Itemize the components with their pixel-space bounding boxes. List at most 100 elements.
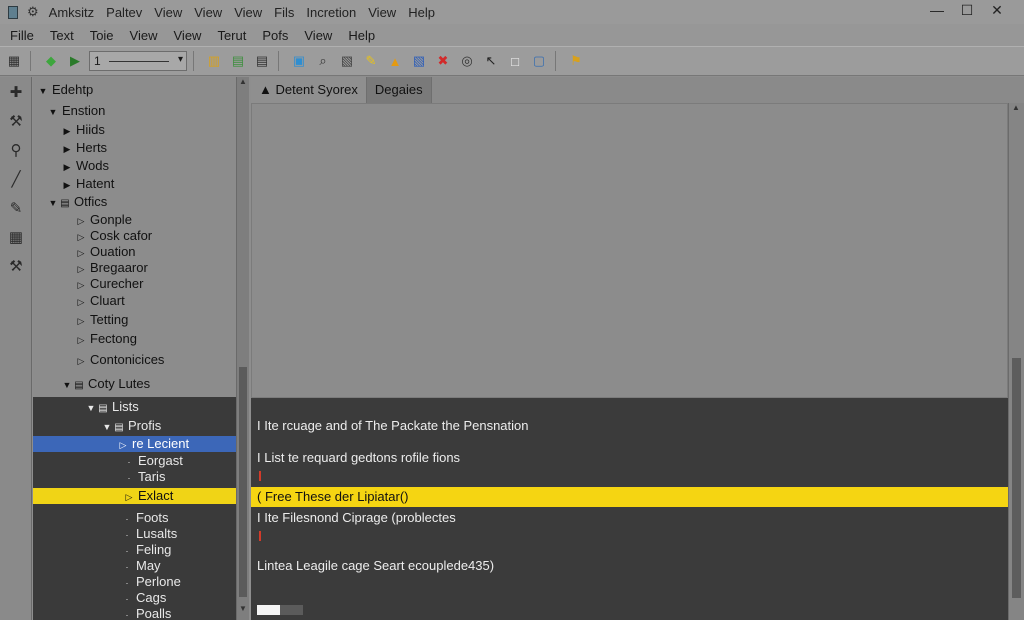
editor-scrollbar[interactable]: ▲ [1008, 103, 1024, 620]
scroll-up-icon[interactable]: ▲ [237, 77, 249, 89]
search-icon[interactable]: ⌕ [313, 51, 333, 71]
tree-item[interactable]: ▷ Tetting [33, 312, 236, 328]
run-icon[interactable]: ◆ [41, 51, 61, 71]
menu-view[interactable]: View [130, 28, 158, 43]
scrollbar-thumb[interactable] [239, 367, 247, 597]
monitor-icon[interactable]: ▢ [529, 51, 549, 71]
title-menu-item[interactable]: Incretion [306, 5, 356, 20]
hammer-icon[interactable]: ⚒ [0, 251, 32, 280]
tree-item[interactable]: ▷ Ouation [33, 244, 236, 260]
menu-pofs[interactable]: Pofs [262, 28, 288, 43]
tab-degaies[interactable]: Degaies [366, 77, 432, 103]
expand-toggle-icon[interactable]: ▼ [47, 104, 59, 120]
menu-view-2[interactable]: View [174, 28, 202, 43]
wrench-icon[interactable]: ⚒ [0, 106, 32, 135]
expand-toggle-icon[interactable]: ▷ [75, 245, 87, 261]
tree-item[interactable]: ▼ Edehtp [33, 82, 236, 98]
tree-item[interactable]: · Taris [33, 469, 236, 485]
expand-toggle-icon[interactable]: ▷ [75, 313, 87, 329]
list-icon[interactable]: ▤ [252, 51, 272, 71]
expand-toggle-icon[interactable]: ▷ [75, 353, 87, 369]
expand-toggle-icon[interactable]: ▼ [47, 195, 59, 211]
expand-toggle-icon[interactable]: ▼ [101, 419, 113, 435]
stack-icon[interactable]: ▤ [228, 51, 248, 71]
expand-toggle-icon[interactable]: ▷ [75, 229, 87, 245]
tree-item[interactable]: · May [33, 558, 236, 574]
expand-toggle-icon[interactable]: ▷ [75, 332, 87, 348]
expand-toggle-icon[interactable]: ▷ [117, 437, 129, 453]
settings-icon[interactable]: ⚙ [27, 4, 39, 20]
expand-toggle-icon[interactable]: ▷ [75, 213, 87, 229]
tree-item[interactable]: ▼ ▤ Otfics [33, 194, 236, 210]
expand-toggle-icon[interactable]: ▶ [61, 159, 73, 175]
tree-scrollbar[interactable]: ▲ ▼ [236, 77, 249, 620]
expand-toggle-icon[interactable]: ▶ [61, 141, 73, 157]
minimize-button[interactable]: — [922, 2, 952, 19]
brush-icon[interactable]: ╱ [0, 164, 32, 193]
expand-toggle-icon[interactable]: ▼ [85, 400, 97, 416]
expand-toggle-icon[interactable]: ▶ [61, 177, 73, 193]
title-menu-item[interactable]: Amksitz [49, 5, 95, 20]
menu-text[interactable]: Text [50, 28, 74, 43]
tree-item[interactable]: ▷ Cluart [33, 293, 236, 309]
line-combo[interactable]: 1 ▾ [89, 51, 187, 71]
tree-item[interactable]: ▷ Exlact [33, 488, 236, 504]
expand-toggle-icon[interactable]: ▷ [123, 489, 135, 505]
tab-detent-syorex[interactable]: ▲ Detent Syorex [251, 77, 367, 103]
title-menu-item[interactable]: View [234, 5, 262, 20]
frame-icon[interactable]: □ [505, 51, 525, 71]
expand-toggle-icon[interactable]: ▷ [75, 277, 87, 293]
tree-item[interactable]: ▶ Herts [33, 140, 236, 156]
target-icon[interactable]: ◎ [457, 51, 477, 71]
tree-item[interactable]: · Cags [33, 590, 236, 606]
maximize-button[interactable]: ☐ [952, 2, 982, 19]
pen-icon[interactable]: ✎ [0, 193, 32, 222]
tree-item[interactable]: · Poalls [33, 606, 236, 620]
scroll-up-icon[interactable]: ▲ [1009, 103, 1023, 115]
title-menu-item[interactable]: Paltev [106, 5, 142, 20]
grid-icon[interactable]: ▦ [0, 222, 32, 251]
tree-item[interactable]: ▶ Hiids [33, 122, 236, 138]
output-panel[interactable]: I Ite rcuage and of The Packate the Pens… [251, 398, 1008, 620]
error-icon[interactable]: ✖ [433, 51, 453, 71]
title-menu-item[interactable]: View [194, 5, 222, 20]
tree-item[interactable]: ▶ Hatent [33, 176, 236, 192]
play-icon[interactable]: ▶ [65, 51, 85, 71]
pencil-icon[interactable]: ✎ [361, 51, 381, 71]
scroll-down-icon[interactable]: ▼ [237, 604, 249, 616]
badge-icon[interactable]: ▧ [409, 51, 429, 71]
tree-item[interactable]: · Lusalts [33, 526, 236, 542]
warning-icon[interactable]: ▲ [385, 51, 405, 71]
expand-toggle-icon[interactable]: ▶ [61, 123, 73, 139]
menu-tools[interactable]: Toie [90, 28, 114, 43]
plus-icon[interactable]: ✚ [0, 77, 32, 106]
tree-item[interactable]: ▷ Bregaaror [33, 260, 236, 276]
title-menu-item[interactable]: View [368, 5, 396, 20]
tree-item[interactable]: ▷ Fectong [33, 331, 236, 347]
tree-item[interactable]: ▼ ▤ Profis [33, 418, 236, 434]
expand-toggle-icon[interactable]: ▷ [75, 294, 87, 310]
expand-toggle-icon[interactable]: ▼ [37, 83, 49, 99]
tree-item[interactable]: ▼ ▤ Lists [33, 399, 236, 415]
arrow-icon[interactable]: ↖ [481, 51, 501, 71]
close-button[interactable]: ✕ [982, 2, 1012, 19]
menu-help[interactable]: Help [348, 28, 375, 43]
title-menu-item[interactable]: View [154, 5, 182, 20]
title-menu-item[interactable]: Fils [274, 5, 294, 20]
title-menu-item[interactable]: Help [408, 5, 435, 20]
new-file-icon[interactable]: ▦ [4, 51, 24, 71]
expand-toggle-icon[interactable]: ▷ [75, 261, 87, 277]
tree-item[interactable]: ▷ Gonple [33, 212, 236, 228]
library-icon[interactable]: ▥ [204, 51, 224, 71]
menu-terut[interactable]: Terut [217, 28, 246, 43]
scrollbar-thumb[interactable] [1012, 358, 1021, 598]
tree-item[interactable]: ▷ Contonicices [33, 352, 236, 368]
tree-item[interactable]: ▼ ▤ Coty Lutes [33, 376, 236, 392]
tree-item[interactable]: · Eorgast [33, 453, 236, 469]
hook-icon[interactable]: ⚲ [0, 135, 32, 164]
expand-toggle-icon[interactable]: ▼ [61, 377, 73, 393]
chevron-down-icon[interactable]: ▾ [178, 54, 183, 65]
network-icon[interactable]: ⚑ [566, 51, 586, 71]
tree-item[interactable]: ▷ Curecher [33, 276, 236, 292]
menu-file[interactable]: Fille [10, 28, 34, 43]
